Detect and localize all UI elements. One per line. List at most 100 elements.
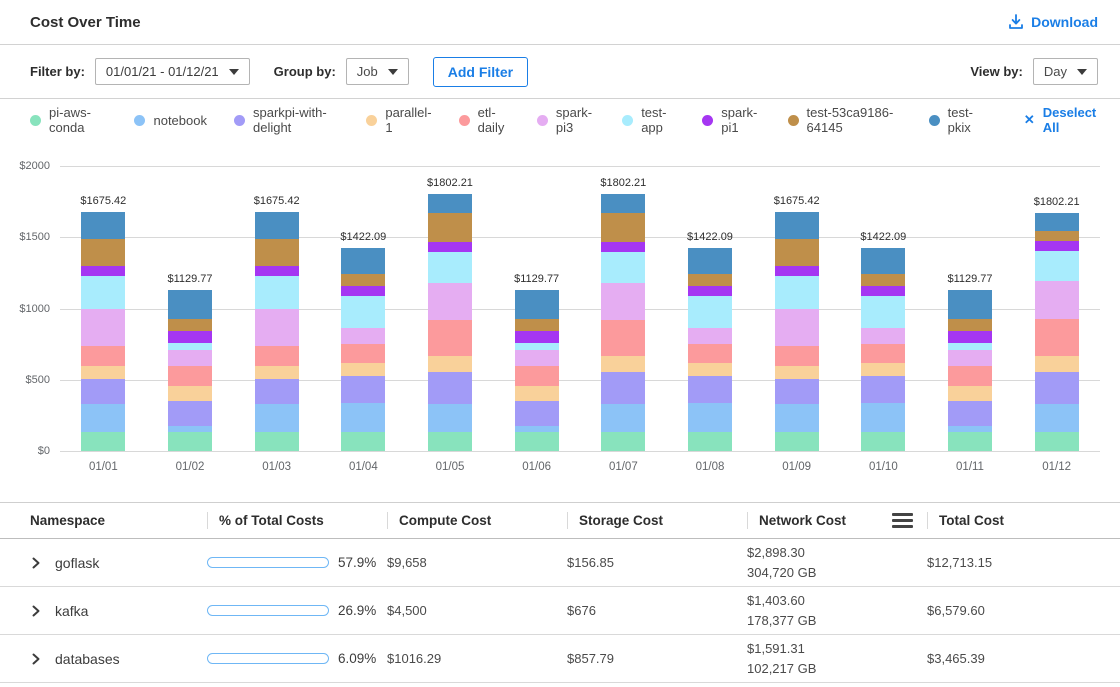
bar-segment-spark-pi3[interactable] [341, 328, 385, 344]
bar-segment-etl-daily[interactable] [515, 366, 559, 387]
stacked-bar-01/12[interactable] [1035, 213, 1079, 451]
column-header-pct-total-costs[interactable]: % of Total Costs [207, 503, 387, 538]
bar-segment-test-pkix[interactable] [1035, 213, 1079, 231]
add-filter-button[interactable]: Add Filter [433, 57, 528, 87]
bar-segment-test-53ca9186-64145[interactable] [428, 213, 472, 242]
bar-segment-sparkpi-with-delight[interactable] [601, 372, 645, 404]
group-by-select[interactable]: Job [346, 58, 409, 85]
bar-segment-parallel-1[interactable] [515, 386, 559, 401]
legend-item-test-app[interactable]: test-app [622, 105, 675, 135]
bar-segment-spark-pi3[interactable] [428, 283, 472, 320]
bar-segment-test-app[interactable] [428, 252, 472, 283]
legend-item-etl-daily[interactable]: etl-daily [459, 105, 510, 135]
bar-segment-spark-pi1[interactable] [1035, 241, 1079, 251]
bar-segment-test-53ca9186-64145[interactable] [861, 274, 905, 287]
bar-segment-pi-aws-conda[interactable] [1035, 432, 1079, 451]
bar-segment-test-pkix[interactable] [515, 290, 559, 319]
bar-segment-spark-pi3[interactable] [81, 309, 125, 347]
bar-segment-spark-pi1[interactable] [341, 286, 385, 296]
bar-segment-test-app[interactable] [168, 343, 212, 350]
view-by-select[interactable]: Day [1033, 58, 1098, 85]
bar-segment-test-53ca9186-64145[interactable] [515, 319, 559, 331]
legend-item-parallel-1[interactable]: parallel-1 [366, 105, 431, 135]
deselect-all-button[interactable]: ✕Deselect All [1024, 105, 1098, 135]
download-button[interactable]: Download [1008, 14, 1098, 30]
column-header-total-cost[interactable]: Total Cost [927, 503, 1100, 538]
bar-segment-parallel-1[interactable] [255, 366, 299, 380]
bar-segment-parallel-1[interactable] [688, 363, 732, 377]
bar-segment-test-53ca9186-64145[interactable] [1035, 231, 1079, 241]
bar-segment-notebook[interactable] [775, 404, 819, 433]
legend-item-notebook[interactable]: notebook [134, 113, 207, 128]
column-settings-icon[interactable] [892, 513, 913, 528]
bar-segment-test-app[interactable] [515, 343, 559, 350]
bar-segment-notebook[interactable] [81, 404, 125, 433]
bar-segment-spark-pi3[interactable] [948, 350, 992, 366]
bar-segment-pi-aws-conda[interactable] [861, 432, 905, 451]
bar-segment-etl-daily[interactable] [601, 320, 645, 356]
bar-segment-pi-aws-conda[interactable] [515, 432, 559, 451]
bar-segment-pi-aws-conda[interactable] [168, 432, 212, 451]
bar-segment-test-app[interactable] [861, 296, 905, 327]
bar-segment-spark-pi1[interactable] [861, 286, 905, 296]
bar-segment-spark-pi1[interactable] [255, 266, 299, 276]
chevron-right-icon[interactable] [30, 557, 42, 569]
bar-segment-test-53ca9186-64145[interactable] [255, 239, 299, 266]
bar-segment-sparkpi-with-delight[interactable] [428, 372, 472, 404]
column-header-network-cost[interactable]: Network Cost [747, 503, 927, 538]
stacked-bar-01/04[interactable] [341, 248, 385, 451]
bar-segment-sparkpi-with-delight[interactable] [861, 376, 905, 402]
bar-segment-test-pkix[interactable] [775, 212, 819, 238]
bar-segment-spark-pi1[interactable] [948, 331, 992, 342]
bar-segment-test-app[interactable] [81, 276, 125, 309]
legend-item-pi-aws-conda[interactable]: pi-aws-conda [30, 105, 107, 135]
column-header-namespace[interactable]: Namespace [30, 503, 207, 538]
bar-segment-spark-pi1[interactable] [601, 242, 645, 252]
bar-segment-etl-daily[interactable] [428, 320, 472, 356]
bar-segment-test-app[interactable] [601, 252, 645, 283]
stacked-bar-01/02[interactable] [168, 290, 212, 451]
bar-segment-spark-pi3[interactable] [688, 328, 732, 344]
bar-segment-test-app[interactable] [688, 296, 732, 327]
bar-segment-test-pkix[interactable] [428, 194, 472, 213]
bar-segment-sparkpi-with-delight[interactable] [255, 379, 299, 404]
bar-segment-test-pkix[interactable] [948, 290, 992, 319]
bar-segment-parallel-1[interactable] [81, 366, 125, 380]
bar-segment-sparkpi-with-delight[interactable] [81, 379, 125, 404]
bar-segment-test-app[interactable] [341, 296, 385, 327]
legend-item-test-pkix[interactable]: test-pkix [929, 105, 983, 135]
legend-item-test-53ca9186-64145[interactable]: test-53ca9186-64145 [788, 105, 902, 135]
bar-segment-etl-daily[interactable] [168, 366, 212, 387]
stacked-bar-01/05[interactable] [428, 194, 472, 451]
bar-segment-parallel-1[interactable] [861, 363, 905, 377]
bar-segment-sparkpi-with-delight[interactable] [1035, 372, 1079, 404]
legend-item-spark-pi1[interactable]: spark-pi1 [702, 105, 760, 135]
stacked-bar-01/03[interactable] [255, 212, 299, 451]
bar-segment-pi-aws-conda[interactable] [341, 432, 385, 451]
bar-segment-etl-daily[interactable] [861, 344, 905, 363]
bar-segment-spark-pi3[interactable] [168, 350, 212, 366]
bar-segment-test-53ca9186-64145[interactable] [688, 274, 732, 287]
bar-segment-notebook[interactable] [255, 404, 299, 433]
stacked-bar-01/07[interactable] [601, 194, 645, 451]
bar-segment-test-app[interactable] [948, 343, 992, 350]
bar-segment-test-53ca9186-64145[interactable] [168, 319, 212, 331]
bar-segment-spark-pi3[interactable] [1035, 281, 1079, 319]
bar-segment-notebook[interactable] [1035, 404, 1079, 432]
bar-segment-test-pkix[interactable] [81, 212, 125, 238]
bar-segment-test-pkix[interactable] [601, 194, 645, 213]
bar-segment-test-53ca9186-64145[interactable] [775, 239, 819, 266]
date-range-select[interactable]: 01/01/21 - 01/12/21 [95, 58, 250, 85]
bar-segment-parallel-1[interactable] [601, 356, 645, 372]
bar-segment-etl-daily[interactable] [81, 346, 125, 365]
bar-segment-sparkpi-with-delight[interactable] [168, 401, 212, 426]
stacked-bar-01/08[interactable] [688, 248, 732, 451]
stacked-bar-01/01[interactable] [81, 212, 125, 451]
chevron-right-icon[interactable] [30, 653, 42, 665]
bar-segment-spark-pi3[interactable] [255, 309, 299, 347]
bar-segment-notebook[interactable] [428, 404, 472, 433]
bar-segment-test-app[interactable] [255, 276, 299, 309]
bar-segment-test-53ca9186-64145[interactable] [81, 239, 125, 266]
namespace-cell[interactable]: kafka [30, 603, 207, 619]
bar-segment-spark-pi1[interactable] [81, 266, 125, 276]
